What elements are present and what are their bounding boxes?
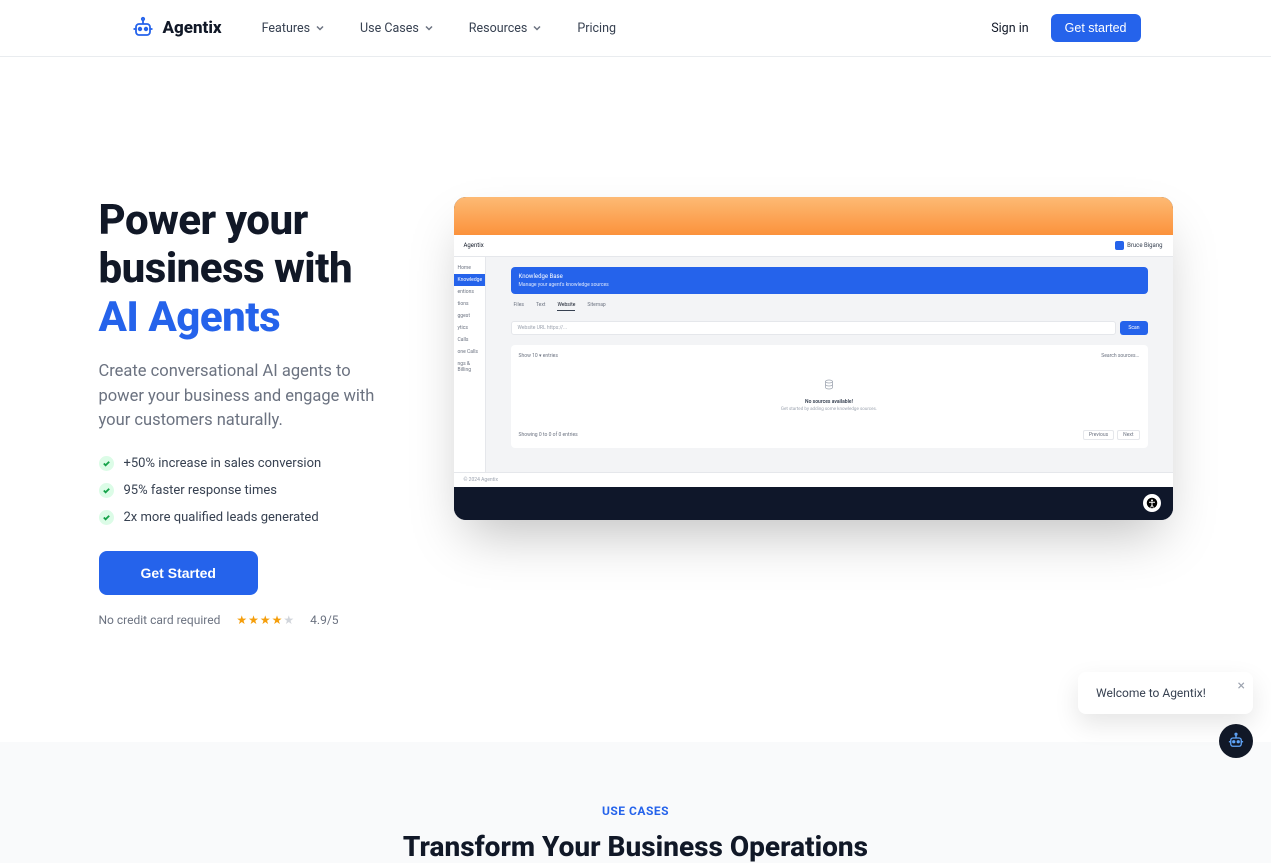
nav-pricing[interactable]: Pricing — [577, 21, 616, 36]
avatar-icon — [1115, 241, 1124, 250]
accessibility-icon[interactable] — [1143, 494, 1161, 512]
hero-bullets: +50% increase in sales conversion 95% fa… — [99, 456, 394, 525]
sidebar-item[interactable]: entions — [454, 286, 485, 298]
brand-logo[interactable]: Agentix — [131, 16, 222, 40]
tab-sitemap[interactable]: Sitemap — [587, 302, 605, 311]
tab-website[interactable]: Website — [557, 302, 575, 311]
star-icon: ★ — [260, 613, 271, 627]
chevron-down-icon — [424, 23, 434, 33]
rating-value: 4.9/5 — [310, 613, 338, 627]
page-banner: Knowledge Base Manage your agent's knowl… — [511, 267, 1148, 294]
banner-title: Knowledge Base — [519, 273, 1140, 280]
sidebar-item[interactable]: ggest — [454, 310, 485, 322]
empty-subtitle: Get started by adding some knowledge sou… — [519, 407, 1140, 412]
nav-use-cases[interactable]: Use Cases — [360, 21, 434, 36]
chat-welcome-toast: Welcome to Agentix! × — [1078, 672, 1253, 714]
star-icon: ★ — [272, 613, 283, 627]
tab-files[interactable]: Files — [514, 302, 524, 311]
site-header: Agentix Features Use Cases Resources Pri… — [0, 0, 1271, 57]
hero-section: Power your business with AI Agents Creat… — [1, 57, 1271, 627]
check-icon — [99, 483, 114, 498]
hero-title: Power your business with AI Agents — [99, 197, 394, 342]
app-header: Agentix Bruce Bigang — [454, 235, 1173, 257]
search-sources-input[interactable]: Search sources... — [1101, 353, 1139, 359]
tab-text[interactable]: Text — [536, 302, 546, 311]
app-brand: Agentix — [464, 242, 484, 249]
brand-name: Agentix — [163, 18, 222, 38]
sidebar-item[interactable]: Home — [454, 262, 485, 274]
database-icon — [823, 379, 835, 391]
sidebar-item[interactable]: tions — [454, 298, 485, 310]
source-tabs: Files Text Website Sitemap — [511, 302, 1148, 311]
no-credit-card-text: No credit card required — [99, 613, 221, 627]
sources-table: Show 10 ▾ entries Search sources... No s… — [511, 345, 1148, 448]
star-icon: ★ — [236, 613, 247, 627]
scan-button[interactable]: Scan — [1120, 321, 1147, 335]
sidebar-item[interactable]: one Calls — [454, 346, 485, 358]
sidebar-item[interactable]: ngs & Billing — [454, 358, 485, 376]
empty-title: No sources available! — [519, 399, 1140, 405]
star-icon: ★ — [283, 613, 294, 627]
chat-launcher[interactable] — [1219, 724, 1253, 758]
sidebar-item[interactable]: ytics — [454, 322, 485, 334]
sidebar-item[interactable]: Calls — [454, 334, 485, 346]
nav-features[interactable]: Features — [262, 21, 325, 36]
bullet-item: 95% faster response times — [99, 483, 394, 498]
showing-text: Showing 0 to 0 of 0 entries — [519, 432, 578, 438]
trust-row: No credit card required ★ ★ ★ ★ ★ 4.9/5 — [99, 613, 394, 627]
close-icon[interactable]: × — [1238, 678, 1245, 694]
product-preview: Agentix Bruce Bigang Home Knowledge enti… — [454, 197, 1173, 520]
section-eyebrow: USE CASES — [0, 804, 1271, 818]
hero-cta-button[interactable]: Get Started — [99, 551, 258, 595]
app-user-menu[interactable]: Bruce Bigang — [1115, 241, 1162, 250]
main-nav: Features Use Cases Resources Pricing — [262, 21, 616, 36]
bullet-item: +50% increase in sales conversion — [99, 456, 394, 471]
prev-button[interactable]: Previous — [1083, 430, 1114, 440]
robot-icon — [131, 16, 155, 40]
get-started-button[interactable]: Get started — [1051, 14, 1141, 42]
bullet-item: 2x more qualified leads generated — [99, 510, 394, 525]
website-url-input[interactable]: Website URL https://... — [511, 321, 1117, 335]
chevron-down-icon — [315, 23, 325, 33]
star-icon: ★ — [248, 613, 259, 627]
chevron-down-icon — [532, 23, 542, 33]
banner-subtitle: Manage your agent's knowledge sources — [519, 282, 1140, 288]
section-title: Transform Your Business Operations — [0, 830, 1271, 863]
signin-link[interactable]: Sign in — [991, 21, 1028, 36]
entries-selector[interactable]: Show 10 ▾ entries — [519, 353, 558, 359]
chat-toast-text: Welcome to Agentix! — [1096, 686, 1206, 700]
app-sidebar: Home Knowledge entions tions ggest ytics… — [454, 257, 486, 472]
browser-chrome — [454, 197, 1173, 235]
check-icon — [99, 510, 114, 525]
use-cases-section: USE CASES Transform Your Business Operat… — [0, 742, 1271, 863]
hero-subtitle: Create conversational AI agents to power… — [99, 360, 394, 434]
sidebar-item-knowledge[interactable]: Knowledge — [454, 274, 485, 286]
browser-bottom-bar — [454, 487, 1173, 520]
check-icon — [99, 456, 114, 471]
next-button[interactable]: Next — [1117, 430, 1139, 440]
app-footer: © 2024 Agentix — [454, 472, 1173, 487]
star-rating: ★ ★ ★ ★ ★ — [236, 613, 294, 627]
nav-resources[interactable]: Resources — [469, 21, 543, 36]
robot-icon — [1227, 732, 1245, 750]
